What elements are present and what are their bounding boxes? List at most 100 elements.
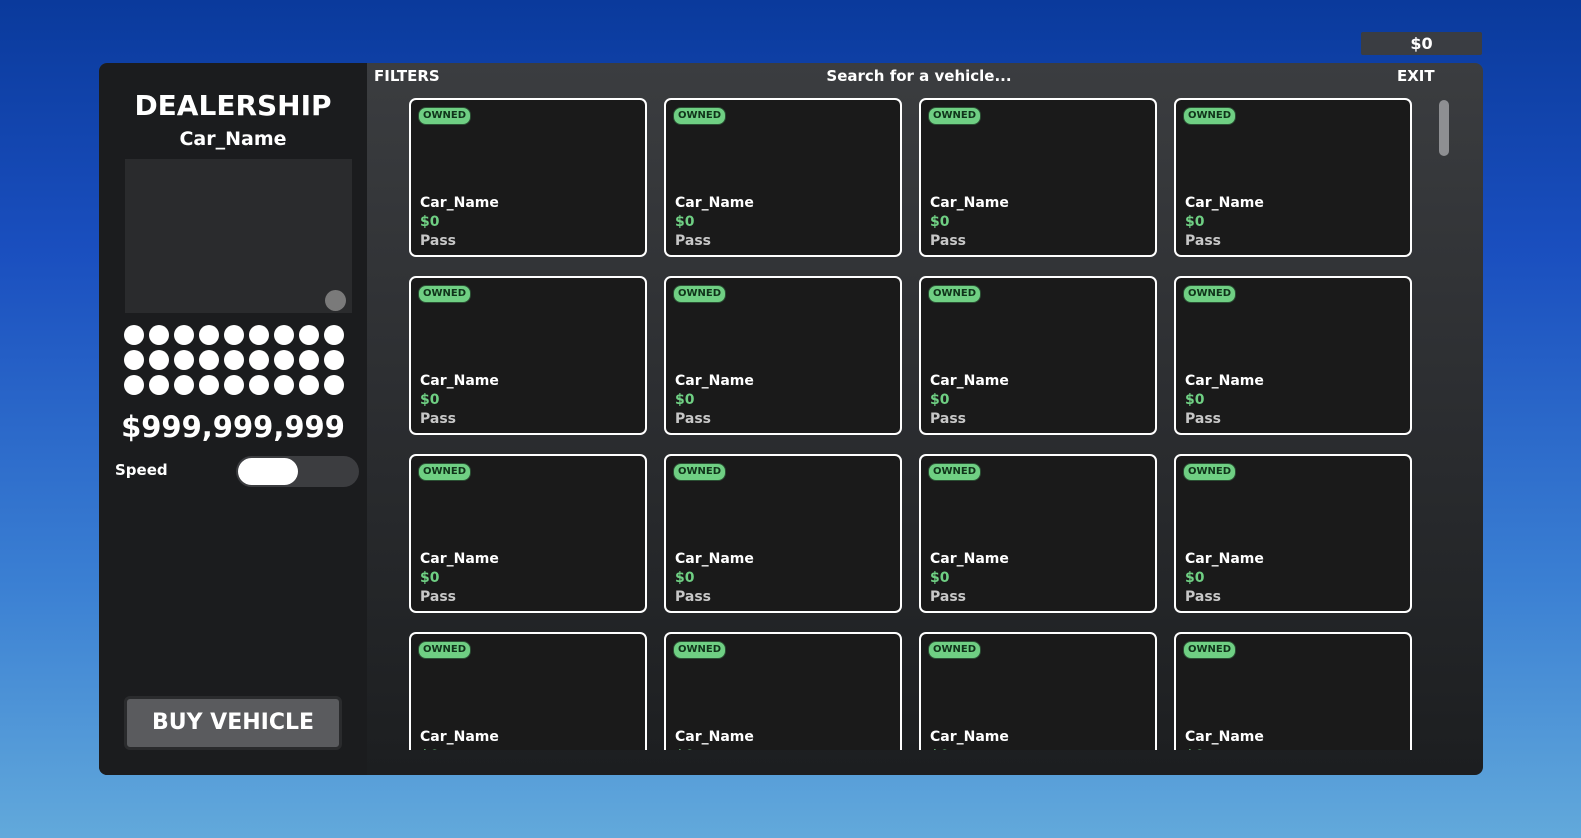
vehicle-name: Car_Name [675, 729, 754, 745]
vehicle-name: Car_Name [1185, 195, 1264, 211]
vehicle-card[interactable]: OWNEDCar_Name$0Pass [1174, 98, 1412, 257]
vehicle-card[interactable]: OWNEDCar_Name$0Pass [919, 276, 1157, 435]
vehicle-card[interactable]: OWNEDCar_Name$0Pass [1174, 276, 1412, 435]
color-swatch[interactable] [199, 325, 219, 345]
vehicle-price: $0 [930, 214, 950, 230]
vehicle-name: Car_Name [930, 729, 1009, 745]
owned-badge: OWNED [418, 285, 472, 303]
selected-car-price: $999,999,999 [121, 410, 345, 444]
color-swatch[interactable] [274, 325, 294, 345]
vehicle-price: $0 [1185, 392, 1205, 408]
preview-rotate-handle[interactable] [325, 290, 346, 311]
vehicle-card[interactable]: OWNEDCar_Name$0Pass [1174, 632, 1412, 750]
vehicle-card[interactable]: OWNEDCar_Name$0Pass [409, 632, 647, 750]
speed-bar-fill [238, 458, 298, 485]
vehicle-list: OWNED Car_Name $0 Pass OWNED Car_Name $0 Pass OW… [399, 98, 1419, 750]
vehicle-card[interactable]: OWNED Car_Name $0 Pass [664, 454, 902, 613]
vehicle-price: $0 [1185, 214, 1205, 230]
vehicle-price: $0 [675, 392, 695, 408]
color-swatch[interactable] [174, 350, 194, 370]
vehicle-type: Pass [1185, 233, 1221, 249]
vehicle-card[interactable]: OWNEDCar_Name$0Pass [664, 98, 902, 257]
color-swatch[interactable] [249, 375, 269, 395]
color-swatch[interactable] [299, 350, 319, 370]
vehicle-card[interactable]: OWNEDCar_Name$0Pass [409, 98, 647, 257]
color-swatch[interactable] [274, 375, 294, 395]
vehicle-card[interactable]: OWNEDCar_Name$0Pass [664, 632, 902, 750]
vehicle-card[interactable]: OWNEDCar_Name$0Pass [1174, 454, 1412, 613]
color-swatch[interactable] [149, 350, 169, 370]
vehicle-type: Pass [420, 411, 456, 427]
color-swatch[interactable] [124, 350, 144, 370]
vehicle-name: Car_Name [930, 551, 1009, 567]
color-swatch[interactable] [249, 350, 269, 370]
vehicle-preview[interactable] [125, 159, 352, 313]
vehicle-price: $0 [930, 748, 949, 750]
color-swatch[interactable] [174, 375, 194, 395]
vehicle-card[interactable]: OWNEDCar_Name$0Pass [409, 276, 647, 435]
vehicle-price: $0 [930, 392, 950, 408]
vehicle-card[interactable]: OWNEDCar_Name$0Pass [919, 632, 1157, 750]
vehicle-price: $0 [420, 748, 439, 750]
owned-badge: OWNED [418, 641, 472, 659]
vehicle-price: $0 [675, 570, 695, 586]
vehicle-card[interactable]: OWNEDCar_Name$0Pass [919, 98, 1157, 257]
vehicle-card[interactable]: OWNED Car_Name $0 Pass [664, 276, 902, 435]
color-swatch[interactable] [274, 350, 294, 370]
vehicle-type: Pass [1185, 589, 1221, 605]
owned-badge: OWNED [418, 107, 472, 125]
owned-badge: OWNED [673, 641, 727, 659]
vehicle-type: Pass [420, 589, 456, 605]
owned-badge: OWNED [673, 463, 727, 481]
owned-badge: OWNED [928, 107, 982, 125]
color-swatch[interactable] [324, 350, 344, 370]
vehicle-name: Car_Name [420, 195, 499, 211]
color-swatch[interactable] [249, 325, 269, 345]
owned-badge: OWNED [673, 285, 727, 303]
color-swatch[interactable] [299, 325, 319, 345]
vehicle-name: Car_Name [420, 729, 499, 745]
color-swatch[interactable] [324, 325, 344, 345]
color-swatch-grid [124, 325, 354, 395]
dealership-title: DEALERSHIP [134, 89, 332, 122]
selected-car-name: Car_Name [179, 128, 287, 150]
dealership-window: DEALERSHIP Car_Name $999,999,999 Speed B… [99, 63, 1483, 775]
filters-button[interactable]: FILTERS [374, 67, 440, 85]
owned-badge: OWNED [1183, 641, 1237, 659]
exit-button[interactable]: EXIT [1397, 67, 1435, 85]
search-input[interactable]: Search for a vehicle... [719, 67, 1119, 85]
vehicle-card[interactable]: OWNEDCar_Name$0Pass [409, 454, 647, 613]
color-swatch[interactable] [299, 375, 319, 395]
vehicle-card[interactable]: OWNEDCar_Name$0Pass [919, 454, 1157, 613]
vehicle-type: Pass [930, 589, 966, 605]
color-swatch[interactable] [149, 375, 169, 395]
vehicle-name: Car_Name [675, 195, 754, 211]
owned-badge: OWNED [928, 463, 982, 481]
color-swatch[interactable] [124, 375, 144, 395]
vehicle-detail-panel: DEALERSHIP Car_Name $999,999,999 Speed B… [99, 63, 367, 775]
color-swatch[interactable] [124, 325, 144, 345]
color-swatch[interactable] [199, 350, 219, 370]
buy-vehicle-button[interactable]: BUY VEHICLE [124, 696, 342, 750]
color-swatch[interactable] [224, 375, 244, 395]
vehicle-type: Pass [675, 411, 711, 427]
vehicle-name: Car_Name [1185, 373, 1264, 389]
color-swatch[interactable] [149, 325, 169, 345]
vehicle-name: Car_Name [1185, 729, 1264, 745]
vehicle-name: Car_Name [675, 551, 754, 567]
vehicle-name: Car_Name [420, 373, 499, 389]
color-swatch[interactable] [324, 375, 344, 395]
color-swatch[interactable] [174, 325, 194, 345]
vehicle-price: $0 [675, 748, 694, 750]
vehicle-price: $0 [675, 214, 695, 230]
owned-badge: OWNED [928, 285, 982, 303]
balance-display: $0 [1361, 32, 1482, 55]
vehicle-type: Pass [675, 589, 711, 605]
owned-badge: OWNED [928, 641, 982, 659]
vehicle-price: $0 [1185, 570, 1205, 586]
color-swatch[interactable] [199, 375, 219, 395]
color-swatch[interactable] [224, 325, 244, 345]
color-swatch[interactable] [224, 350, 244, 370]
scrollbar-thumb[interactable] [1439, 100, 1449, 156]
vehicle-name: Car_Name [675, 373, 754, 389]
